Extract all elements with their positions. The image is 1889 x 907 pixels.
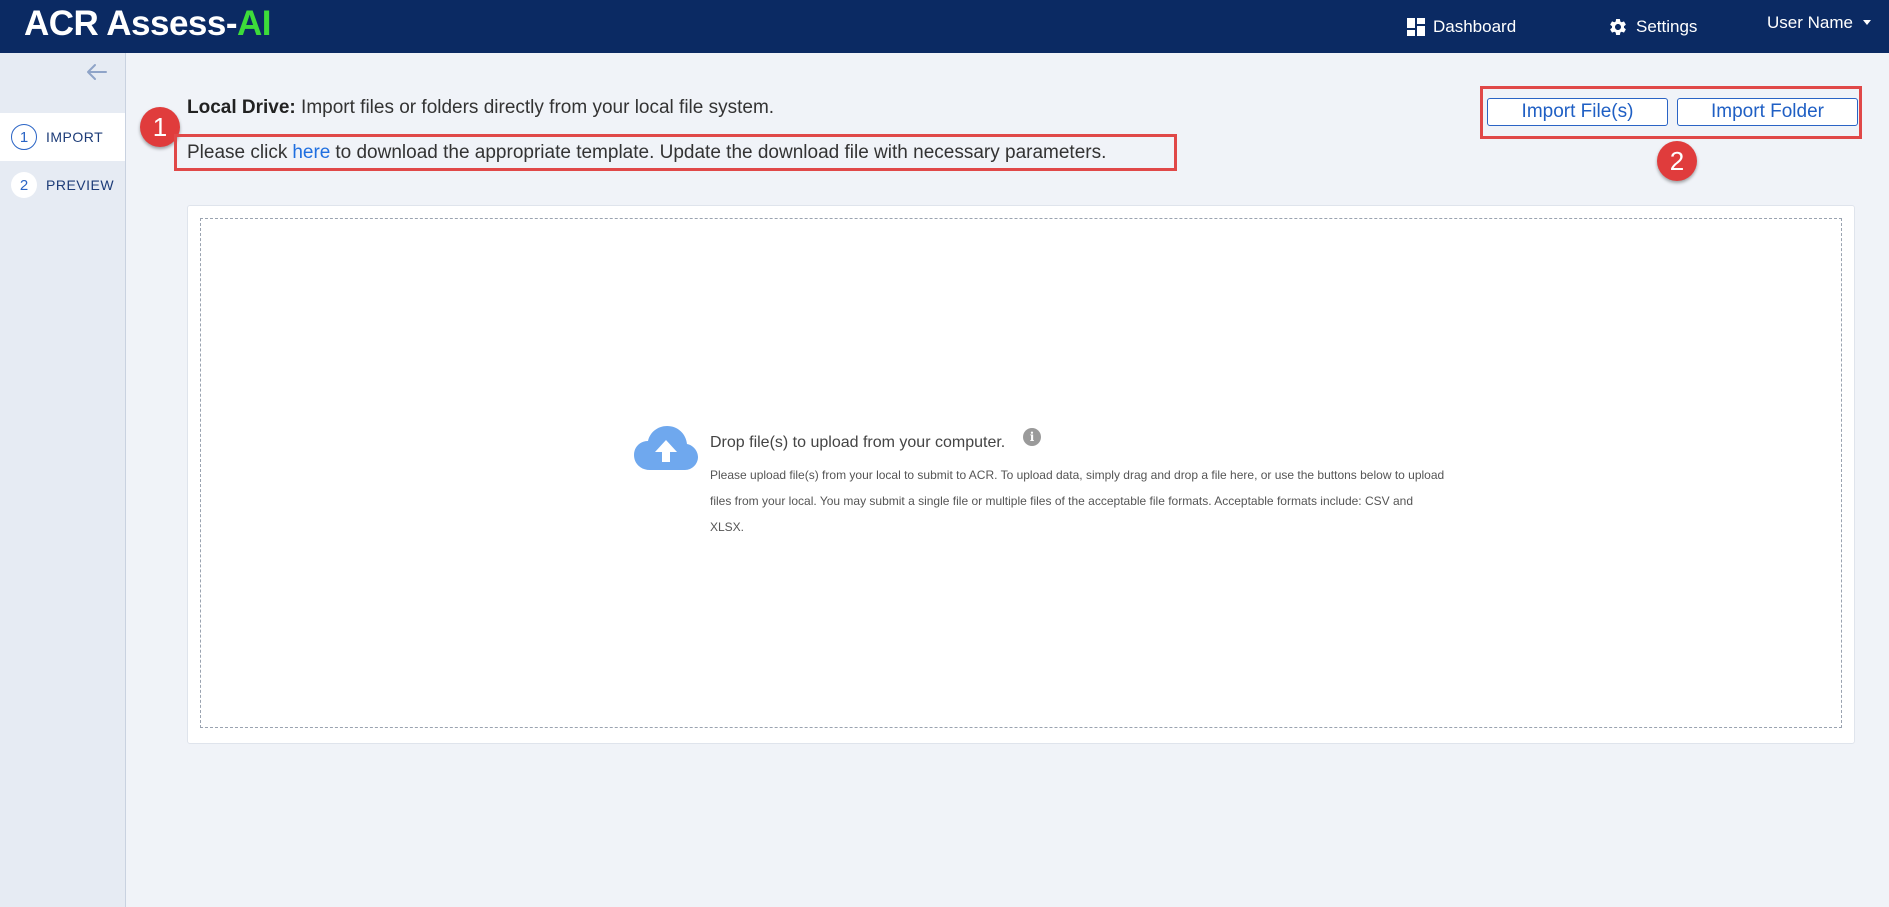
source-description: Local Drive: Import files or folders dir…	[187, 97, 774, 119]
template-suffix: to download the appropriate template. Up…	[335, 141, 1107, 163]
cloud-upload-icon	[634, 426, 698, 477]
nav-dashboard-label: Dashboard	[1433, 16, 1517, 36]
sidebar-step-import[interactable]: 1 IMPORT	[0, 113, 125, 161]
user-name: User Name	[1767, 12, 1853, 32]
sidebar: 1 IMPORT 2 PREVIEW	[0, 53, 126, 907]
import-files-button[interactable]: Import File(s)	[1487, 98, 1668, 126]
drop-description: Please upload file(s) from your local to…	[710, 468, 1445, 534]
brand-suffix: AI	[237, 4, 272, 43]
import-buttons-group: Import File(s) Import Folder	[1480, 86, 1862, 139]
step-label: PREVIEW	[46, 177, 115, 193]
top-bar: ACR Assess-AI Dashboard Settings User Na…	[0, 0, 1889, 53]
dashboard-icon	[1407, 17, 1425, 36]
import-folder-button[interactable]: Import Folder	[1677, 98, 1858, 126]
step-label: IMPORT	[46, 129, 104, 145]
nav-dashboard[interactable]: Dashboard	[1407, 0, 1516, 53]
chevron-down-icon	[1862, 20, 1871, 25]
drop-title: Drop file(s) to upload from your compute…	[710, 434, 1006, 451]
step-number: 2	[11, 172, 37, 198]
info-icon[interactable]: i	[1023, 428, 1041, 446]
callout-badge-2: 2	[1657, 141, 1697, 181]
step-number: 1	[11, 124, 37, 150]
nav-settings[interactable]: Settings	[1608, 0, 1697, 53]
template-download-link[interactable]: here	[292, 142, 330, 164]
user-menu[interactable]: User Name	[1767, 0, 1871, 49]
source-label: Local Drive:	[187, 97, 296, 118]
back-arrow-icon[interactable]	[86, 63, 108, 86]
nav-settings-label: Settings	[1636, 16, 1698, 36]
file-drop-zone[interactable]: Drop file(s) to upload from your compute…	[200, 218, 1842, 728]
app-logo[interactable]: ACR Assess-AI	[24, 4, 272, 44]
sidebar-step-preview[interactable]: 2 PREVIEW	[0, 161, 125, 209]
template-instruction: Please click here to download the approp…	[174, 134, 1177, 171]
upload-panel: Drop file(s) to upload from your compute…	[187, 205, 1855, 744]
template-prefix: Please click	[187, 141, 288, 163]
source-desc-text: Import files or folders directly from yo…	[295, 97, 775, 118]
gear-icon	[1608, 17, 1628, 37]
brand-prefix: ACR Assess-	[24, 4, 238, 43]
